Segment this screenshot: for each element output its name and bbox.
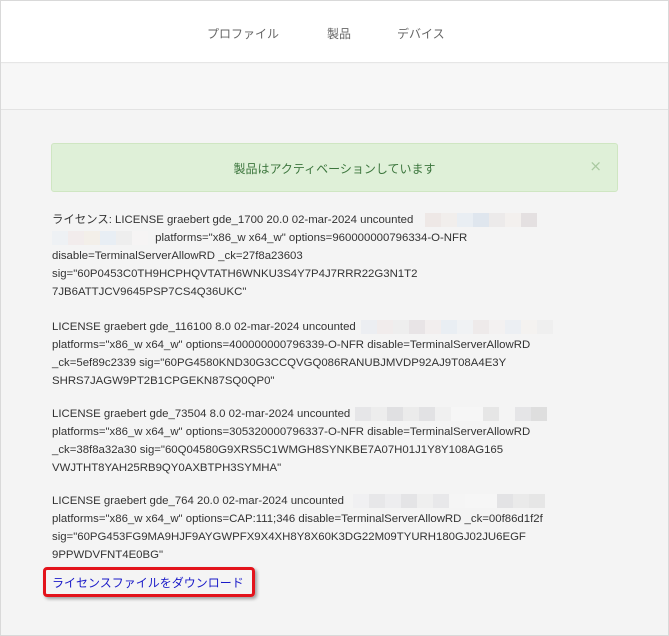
nav-tab-devices[interactable]: デバイス bbox=[397, 25, 445, 42]
alert-message: 製品はアクティベーションしています bbox=[233, 162, 436, 176]
license-entry: LICENSE graebert gde_116100 8.0 02-mar-2… bbox=[52, 318, 612, 390]
header-band bbox=[1, 64, 668, 110]
license-line: LICENSE graebert gde_116100 8.0 02-mar-2… bbox=[52, 321, 356, 333]
license-line: platforms="x86_w x64_w" options=30532000… bbox=[52, 426, 531, 438]
license-line: disable=TerminalServerAllowRD _ck=27f8a2… bbox=[52, 250, 303, 262]
license-line: _ck=38f8a32a30 sig="60Q04580G9XRS5C1WMGH… bbox=[52, 444, 504, 456]
close-icon[interactable]: × bbox=[589, 158, 602, 174]
license-entry: LICENSE graebert gde_764 20.0 02-mar-202… bbox=[52, 492, 612, 564]
redacted-block bbox=[360, 319, 553, 334]
license-line: LICENSE graebert gde_73504 8.0 02-mar-20… bbox=[52, 408, 351, 420]
download-license-link[interactable]: ライセンスファイルをダウンロード bbox=[52, 574, 244, 591]
redacted-block bbox=[355, 406, 548, 421]
license-entry: ライセンス: LICENSE graebert gde_1700 20.0 02… bbox=[52, 211, 612, 301]
license-line: sig="60PG453FG9MA9HJF9AYGWPFX9X4XH8Y8X60… bbox=[52, 531, 526, 543]
license-line: LICENSE graebert gde_764 20.0 02-mar-202… bbox=[52, 495, 344, 507]
license-line: platforms="x86_w x64_w" options=96000000… bbox=[155, 232, 468, 244]
license-line: sig="60P0453C0TH9HCPHQVTATH6WNKU3S4Y7P4J… bbox=[52, 268, 418, 280]
license-line: ライセンス: LICENSE graebert gde_1700 20.0 02… bbox=[52, 214, 414, 226]
nav-tab-products[interactable]: 製品 bbox=[327, 25, 351, 42]
redacted-block bbox=[52, 230, 148, 245]
download-highlight-box: ライセンスファイルをダウンロード bbox=[43, 567, 255, 597]
license-line: _ck=5ef89c2339 sig="60PG4580KND30G3CCQVG… bbox=[52, 357, 507, 369]
nav-tab-profile[interactable]: プロファイル bbox=[207, 25, 279, 42]
redacted-block bbox=[353, 493, 546, 508]
top-navigation: プロファイル 製品 デバイス bbox=[1, 1, 668, 63]
license-entry: LICENSE graebert gde_73504 8.0 02-mar-20… bbox=[52, 405, 612, 477]
license-line: 9PPWDVFNT4E0BG" bbox=[52, 549, 164, 561]
license-line: SHRS7JAGW9PT2B1CPGEKN87SQ0QP0" bbox=[52, 375, 275, 387]
license-line: platforms="x86_w x64_w" options=40000000… bbox=[52, 339, 531, 351]
license-line: platforms="x86_w x64_w" options=CAP:111;… bbox=[52, 513, 543, 525]
license-line: VWJTHT8YAH25RB9QY0AXBTPH3SYMHA" bbox=[52, 462, 282, 474]
redacted-block bbox=[424, 212, 537, 227]
license-line: 7JB6ATTJCV9645PSP7CS4Q36UKC" bbox=[52, 286, 247, 298]
activation-alert: 製品はアクティベーションしています × bbox=[51, 143, 618, 192]
